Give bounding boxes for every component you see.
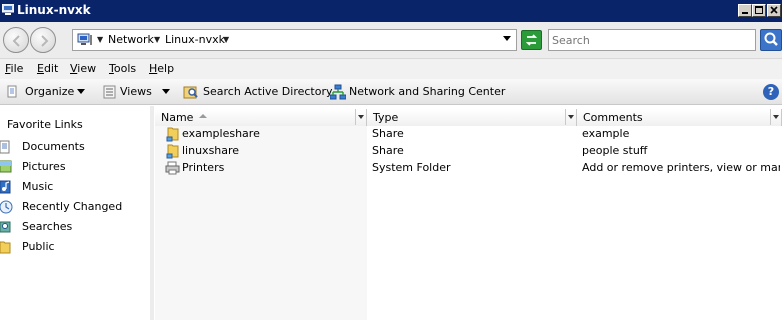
menu-edit[interactable]: Edit	[37, 62, 58, 75]
nav-item-searches[interactable]: Searches	[0, 218, 145, 236]
refresh-icon	[525, 34, 538, 46]
column-header-type[interactable]: Type	[367, 109, 577, 126]
organize-icon	[7, 85, 17, 98]
menu-view[interactable]: View	[70, 62, 96, 75]
column-header-comments[interactable]: Comments	[577, 109, 782, 126]
column-header-name[interactable]: Name	[155, 109, 367, 126]
address-bar[interactable]: ▼ Network ▼ Linux-nvxk ▼	[72, 29, 517, 51]
column-comments-filter-dropdown[interactable]	[770, 109, 781, 125]
column-header-name-label: Name	[161, 111, 194, 124]
back-arrow-icon	[12, 35, 20, 47]
search-active-directory-label: Search Active Directory	[203, 85, 333, 98]
minimize-button[interactable]	[738, 4, 752, 17]
nav-item-documents[interactable]: Documents	[0, 138, 145, 156]
pane-splitter[interactable]	[150, 106, 154, 320]
menu-help[interactable]: Help	[149, 62, 174, 75]
nav-item-label: Music	[22, 180, 54, 193]
printers-icon	[165, 161, 180, 175]
organize-label: Organize	[25, 85, 75, 98]
help-icon[interactable]: ?	[763, 84, 779, 100]
pictures-icon	[0, 160, 12, 173]
views-icon	[103, 85, 116, 99]
nav-item-public[interactable]: Public	[0, 238, 145, 256]
search-box[interactable]	[548, 29, 756, 51]
share-folder-icon	[166, 144, 179, 159]
window-title: Linux-nvxk	[17, 3, 91, 17]
forward-arrow-icon	[41, 35, 49, 47]
row-name: linuxshare	[182, 144, 240, 157]
public-folder-icon	[0, 241, 11, 254]
music-icon	[0, 180, 11, 194]
nav-item-recently-changed[interactable]: Recently Changed	[0, 198, 145, 216]
active-directory-icon	[183, 86, 198, 99]
minimize-icon	[742, 12, 748, 14]
title-bar: Linux-nvxk	[0, 0, 782, 22]
breadcrumb-network[interactable]: Network	[108, 33, 154, 46]
maximize-icon	[755, 6, 763, 14]
column-header-type-label: Type	[373, 111, 399, 124]
views-button[interactable]: Views	[102, 84, 174, 100]
row-type: System Folder	[372, 161, 451, 174]
navigation-pane: Favorite Links Documents Pictures Music	[0, 106, 154, 320]
address-toolbar: ▼ Network ▼ Linux-nvxk ▼	[0, 22, 782, 59]
breadcrumb-linux-nvxk[interactable]: Linux-nvxk	[165, 33, 225, 46]
nav-item-label: Documents	[22, 140, 85, 153]
table-row[interactable]: Printers System Folder Add or remove pri…	[155, 160, 782, 177]
row-type: Share	[372, 144, 404, 157]
window-icon	[2, 4, 14, 15]
network-sharing-center-label: Network and Sharing Center	[349, 85, 506, 98]
column-header-comments-label: Comments	[583, 111, 643, 124]
table-row[interactable]: linuxshare Share people stuff	[155, 143, 782, 160]
search-button[interactable]	[760, 29, 782, 51]
network-sharing-center-button[interactable]: Network and Sharing Center	[330, 84, 505, 100]
nav-item-label: Public	[22, 240, 55, 253]
organize-dropdown-arrow	[77, 89, 85, 94]
explorer-window: Linux-nvxk ▼ Network ▼ Linux-nvxk ▼ Sear…	[0, 0, 782, 320]
close-button[interactable]	[767, 4, 781, 17]
column-type-filter-dropdown[interactable]	[565, 109, 576, 125]
back-button[interactable]	[3, 27, 29, 53]
maximize-button[interactable]	[752, 4, 766, 17]
row-comments: example	[582, 127, 630, 140]
row-comments: Add or remove printers, view or mana...	[582, 161, 780, 174]
nav-item-label: Pictures	[22, 160, 66, 173]
organize-button[interactable]: Organize	[6, 84, 88, 100]
documents-icon	[0, 140, 10, 154]
searches-icon	[0, 221, 11, 233]
nav-item-label: Recently Changed	[22, 200, 123, 213]
recently-changed-icon	[0, 200, 13, 214]
menu-bar: File Edit View Tools Help	[0, 59, 782, 79]
row-name: exampleshare	[182, 127, 260, 140]
search-input[interactable]	[552, 31, 752, 49]
nav-item-music[interactable]: Music	[0, 178, 145, 196]
network-computer-icon	[77, 33, 92, 45]
menu-tools[interactable]: Tools	[109, 62, 136, 75]
column-name-filter-dropdown[interactable]	[355, 109, 366, 125]
row-comments: people stuff	[582, 144, 648, 157]
nav-item-label: Searches	[22, 220, 73, 233]
menu-file[interactable]: File	[5, 62, 23, 75]
breadcrumb-root-arrow[interactable]: ▼	[97, 35, 103, 44]
breadcrumb-network-arrow[interactable]: ▼	[154, 35, 160, 44]
table-row[interactable]: exampleshare Share example	[155, 126, 782, 143]
row-name: Printers	[182, 161, 225, 174]
refresh-button[interactable]	[521, 30, 542, 50]
row-type: Share	[372, 127, 404, 140]
close-icon	[770, 6, 778, 14]
search-active-directory-button[interactable]: Search Active Directory	[183, 84, 333, 100]
file-list: Name Type Comments exampleshare Share ex…	[155, 106, 782, 320]
forward-button[interactable]	[30, 27, 56, 53]
nav-item-pictures[interactable]: Pictures	[0, 158, 145, 176]
views-label: Views	[120, 85, 152, 98]
address-history-dropdown[interactable]	[503, 36, 511, 41]
views-dropdown-arrow	[162, 89, 170, 94]
share-folder-icon	[166, 127, 179, 142]
favorite-links-title: Favorite Links	[7, 118, 83, 131]
breadcrumb-current-arrow[interactable]: ▼	[223, 35, 229, 44]
sort-ascending-icon	[199, 114, 207, 118]
search-icon	[764, 32, 778, 46]
network-icon	[330, 84, 346, 100]
